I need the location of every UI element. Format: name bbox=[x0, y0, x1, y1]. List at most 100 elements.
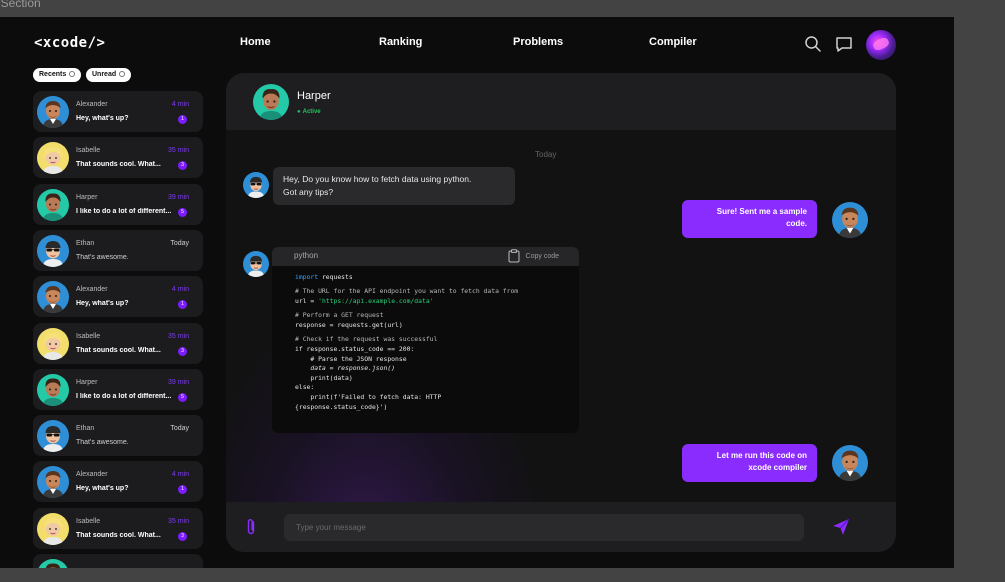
chat-timestamp: 35 min bbox=[167, 332, 189, 340]
chat-list-item[interactable]: Isabelle 35 min That sounds cool. What... 3 bbox=[33, 322, 203, 364]
chat-timestamp: Today bbox=[170, 239, 189, 247]
filter-recents-label: Recents bbox=[39, 71, 67, 78]
unread-count-badge: 3 bbox=[178, 161, 187, 171]
chat-contact-name: Isabelle bbox=[76, 332, 101, 340]
contact-avatar[interactable] bbox=[253, 84, 289, 120]
unread-count-badge: 3 bbox=[178, 531, 187, 541]
incoming-message: Hey, Do you know how to fetch data using… bbox=[273, 167, 515, 205]
code-line: # Perform a GET request bbox=[295, 311, 384, 320]
code-line: else: bbox=[295, 383, 315, 392]
chat-preview: Hey, what's up? bbox=[76, 300, 129, 308]
avatar bbox=[37, 96, 69, 128]
chat-list-item[interactable]: Isabelle 35 min That sounds cool. What... 3 bbox=[33, 137, 203, 179]
search-icon[interactable] bbox=[803, 34, 823, 54]
code-line: if response.status_code == 200: bbox=[295, 344, 415, 353]
chat-list-item[interactable]: Ethan Today That's awesome. bbox=[33, 229, 203, 271]
day-separator: Today bbox=[535, 150, 557, 159]
chat-list-item[interactable]: Harper 39 min I like to do a lot of differ… bbox=[33, 368, 203, 410]
nav-compiler[interactable]: Compiler bbox=[649, 36, 697, 48]
unread-count-badge: 5 bbox=[178, 207, 187, 217]
chat-list-item[interactable]: Alexander 4 min Hey, what's up? 1 bbox=[33, 91, 203, 132]
chat-contact-name: Alexander bbox=[76, 471, 108, 479]
close-icon[interactable] bbox=[119, 71, 126, 78]
filter-unread[interactable]: Unread bbox=[86, 68, 132, 82]
message-input[interactable]: Type your message bbox=[284, 514, 804, 541]
sender-avatar bbox=[243, 251, 269, 277]
avatar bbox=[37, 512, 69, 545]
avatar bbox=[37, 327, 69, 360]
code-block: python Copy code import requests # The UR… bbox=[272, 247, 579, 433]
outgoing-message: Sure! Sent me a sample code. bbox=[682, 200, 817, 238]
chat-preview: That's awesome. bbox=[76, 253, 129, 261]
xcode-chat-app: <xcode/> Home Ranking Problems Compiler … bbox=[0, 17, 954, 568]
logo[interactable]: <xcode/> bbox=[34, 35, 105, 51]
chat-contact-name: Ethan bbox=[76, 239, 95, 247]
code-line: # The URL for the API endpoint you want … bbox=[295, 287, 519, 296]
chat-preview: Hey, what's up? bbox=[76, 115, 129, 122]
unread-count-badge: 3 bbox=[178, 346, 187, 356]
clipboard-icon bbox=[508, 249, 520, 263]
avatar bbox=[37, 142, 69, 175]
filter-recents[interactable]: Recents bbox=[33, 68, 82, 82]
chat-contact-name: Isabelle bbox=[76, 147, 101, 155]
avatar bbox=[37, 466, 69, 499]
unread-count-badge: 1 bbox=[178, 300, 187, 310]
chat-panel: Harper Active Today Hey, Do you know how… bbox=[226, 73, 896, 552]
nav-ranking[interactable]: Ranking bbox=[379, 36, 422, 48]
sender-avatar bbox=[243, 172, 269, 198]
chat-timestamp: 35 min bbox=[167, 517, 189, 525]
my-avatar bbox=[832, 202, 868, 238]
contact-name: Harper bbox=[297, 90, 331, 102]
filter-unread-label: Unread bbox=[92, 71, 117, 78]
chat-preview: That sounds cool. What... bbox=[76, 531, 161, 539]
chat-list-item[interactable]: Ethan Today That's awesome. bbox=[33, 415, 203, 457]
message-composer: Type your message bbox=[226, 502, 896, 552]
avatar bbox=[37, 559, 69, 568]
my-avatar bbox=[832, 445, 868, 481]
code-line: print(data) bbox=[295, 373, 353, 382]
nav-problems[interactable]: Problems bbox=[513, 36, 563, 48]
code-block-header: python Copy code bbox=[272, 247, 579, 266]
message-line: Got any tips? bbox=[283, 187, 334, 197]
chat-list-item[interactable] bbox=[33, 554, 203, 568]
outgoing-message: Let me run this code on xcode compiler bbox=[682, 444, 817, 482]
nav-home[interactable]: Home bbox=[240, 36, 271, 48]
avatar bbox=[37, 281, 69, 314]
chat-contact-name: Ethan bbox=[76, 425, 95, 433]
chat-list-item[interactable]: Harper 39 min I like to do a lot of differ… bbox=[33, 183, 203, 225]
code-line: # Check if the request was successful bbox=[295, 335, 438, 344]
chat-bubble-icon[interactable] bbox=[834, 34, 854, 54]
chat-preview: That sounds cool. What... bbox=[76, 346, 161, 354]
chat-list-item[interactable]: Alexander 4 min Hey, what's up? 1 bbox=[33, 461, 203, 503]
unread-count-badge: 5 bbox=[178, 392, 187, 402]
chat-timestamp: 35 min bbox=[167, 147, 189, 155]
code-line: {response.status_code}') bbox=[295, 402, 388, 411]
profile-avatar[interactable] bbox=[866, 30, 896, 60]
frame-label: t Section bbox=[0, 0, 41, 10]
code-line: url = 'https://api.example.com/data' bbox=[295, 296, 434, 305]
message-line: code. bbox=[786, 219, 807, 228]
paperclip-icon[interactable] bbox=[245, 518, 257, 536]
chat-list-item[interactable]: Isabelle 35 min That sounds cool. What... 3 bbox=[33, 507, 203, 549]
chat-contact-name: Isabelle bbox=[76, 517, 101, 525]
chat-timestamp: 4 min bbox=[171, 471, 189, 479]
chat-contact-name: Alexander bbox=[76, 286, 108, 294]
chat-preview: Hey, what's up? bbox=[76, 485, 129, 493]
status-badge: Active bbox=[297, 109, 321, 115]
copy-code-button[interactable]: Copy code bbox=[508, 249, 559, 263]
chat-contact-name: Alexander bbox=[76, 101, 108, 108]
send-icon[interactable] bbox=[831, 517, 851, 537]
chat-preview: That sounds cool. What... bbox=[76, 161, 161, 169]
chat-list-item[interactable]: Alexander 4 min Hey, what's up? 1 bbox=[33, 276, 203, 318]
avatar bbox=[37, 188, 69, 221]
message-line: xcode compiler bbox=[748, 463, 807, 472]
code-language: python bbox=[294, 251, 319, 260]
avatar bbox=[37, 420, 69, 453]
code-line: # Parse the JSON response bbox=[295, 354, 407, 363]
unread-count-badge: 1 bbox=[178, 115, 187, 124]
close-icon[interactable] bbox=[69, 71, 76, 78]
avatar bbox=[37, 373, 69, 406]
chat-timestamp: 39 min bbox=[167, 193, 189, 201]
message-line: Hey, Do you know how to fetch data using… bbox=[283, 174, 472, 184]
copy-code-label: Copy code bbox=[525, 252, 559, 260]
